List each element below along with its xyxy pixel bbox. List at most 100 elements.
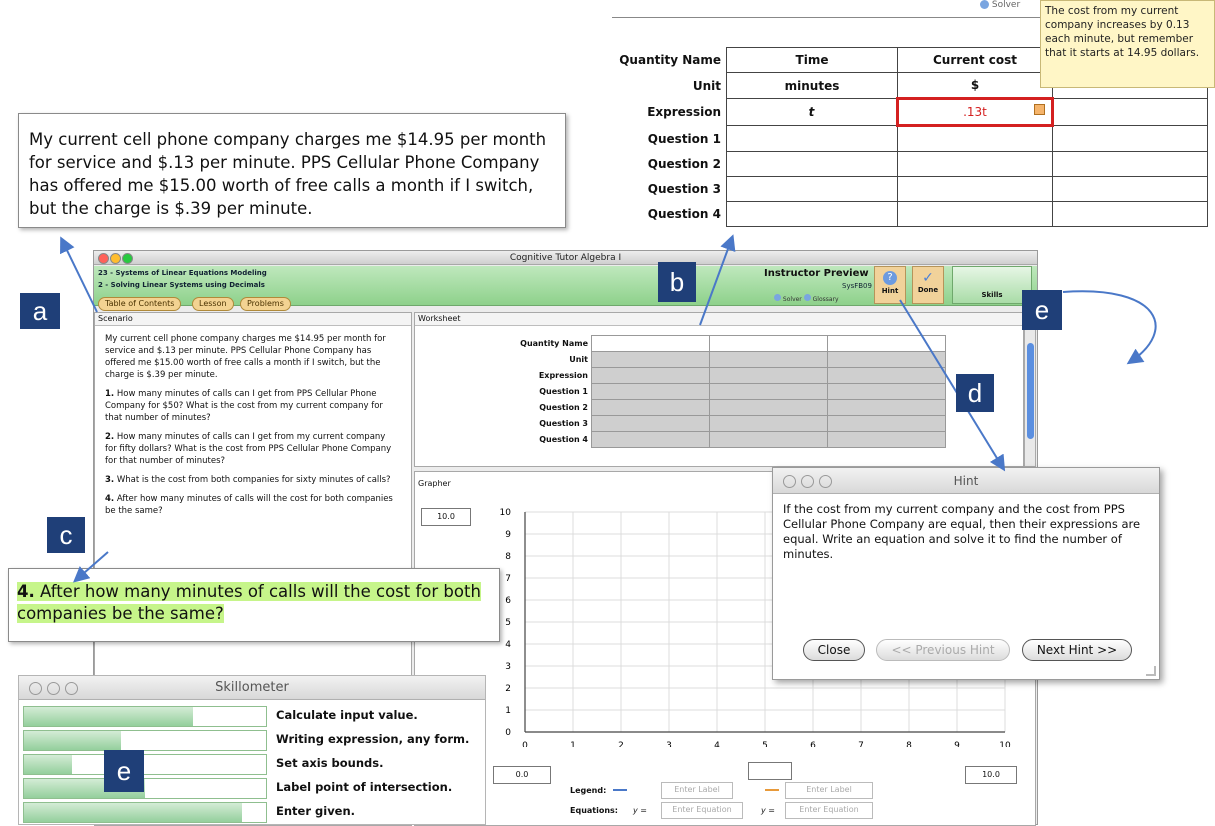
y-equals-label-2: y = [761,806,775,815]
y-tick-label: 8 [505,552,511,562]
y-equals-label-1: y = [633,806,647,815]
y-tick-label: 9 [505,530,511,540]
close-hint-button[interactable]: Close [803,639,865,661]
equations-label: Equations: [570,806,619,815]
tab-problems[interactable]: Problems [240,297,291,311]
resize-grip-icon[interactable] [1146,666,1156,676]
unit-title: 23 - Systems of Linear Equations Modelin… [98,269,267,277]
skill-label: Set axis bounds. [276,756,384,770]
skill-bar-fill [24,755,73,774]
table-row: Question 2 [495,399,946,416]
hint-flag-icon[interactable] [1034,104,1045,115]
y-max-input[interactable]: 10.0 [421,508,471,526]
x-tick-label: 0 [522,741,528,747]
x-min-input[interactable]: 0.0 [493,766,551,784]
table-row: Expression [495,367,946,384]
scenario-text: My current cell phone company charges me… [105,333,397,524]
window-zoom-icon[interactable] [65,682,78,695]
worksheet-scrollbar[interactable] [1024,312,1036,467]
y-tick-label: 1 [505,706,511,716]
next-hint-button[interactable]: Next Hint >> [1022,639,1132,661]
skill-bar [23,706,267,727]
error-tooltip: The cost from my current company increas… [1040,0,1215,88]
question-3: 3. What is the cost from both companies … [105,475,391,485]
table-row: Unit [495,351,946,368]
skill-label: Label point of intersection. [276,780,453,794]
skill-bar [23,730,267,751]
series-1-label-input[interactable]: Enter Label [661,782,733,799]
x-tick-label: 4 [714,741,720,747]
table-row: Question 3 [495,415,946,432]
y-tick-label: 0 [505,728,511,738]
y-tick-label: 2 [505,684,511,694]
x-tick-label: 5 [762,741,768,747]
x-mid-input[interactable] [748,762,792,780]
highlighted-question: 4. After how many minutes of calls will … [17,582,481,623]
minimize-window-icon[interactable] [110,253,121,264]
y-tick-label: 7 [505,574,511,584]
worksheet-header: Worksheet [415,313,1023,326]
zoom-window-icon[interactable] [122,253,133,264]
close-window-icon[interactable] [98,253,109,264]
worksheet-cell[interactable] [709,335,828,352]
glossary-icon [803,294,811,301]
x-tick-label: 7 [858,741,864,747]
x-tick-label: 2 [618,741,624,747]
series-2-marker-icon [765,789,779,791]
skill-label: Calculate input value. [276,708,418,722]
window-close-icon[interactable] [783,475,796,488]
section-title: 2 - Solving Linear Systems using Decimal… [98,281,265,289]
scrollbar-thumb[interactable] [1027,343,1034,439]
badge-a: a [20,293,60,329]
tab-table-of-contents[interactable]: Table of Contents [98,297,182,311]
x-max-input[interactable]: 10.0 [965,766,1017,784]
solver-link[interactable]: Solver Glossary [774,294,839,303]
x-tick-label: 1 [570,741,576,747]
badge-e-bottom: e [104,750,144,792]
x-tick-label: 6 [810,741,816,747]
series-2-equation-input[interactable]: Enter Equation [785,802,873,819]
hint-icon: ? [883,271,897,285]
skills-button[interactable]: Skills [952,266,1032,304]
x-tick-label: 8 [906,741,912,747]
table-row: Question 3 [612,176,1208,202]
scenario-header: Scenario [95,313,411,326]
badge-c: c [47,517,85,553]
skill-bar-fill [24,731,121,750]
worksheet-cell[interactable] [827,335,946,352]
window-title: Cognitive Tutor Algebra I [509,253,622,263]
window-minimize-icon[interactable] [47,682,60,695]
scenario-zoom-callout: My current cell phone company charges me… [18,113,566,228]
hint-text: If the cost from my current company and … [783,502,1141,561]
problem-id: SysFB09 [842,282,872,290]
table-row: Question 2 [612,151,1208,177]
zoom-solver-link[interactable]: Solver [980,0,1020,10]
series-1-equation-input[interactable]: Enter Equation [661,802,743,819]
skillometer-window: Skillometer Calculate input value. Writin… [18,675,486,825]
done-button[interactable]: ✓ Done [912,266,944,304]
question-1: 1. How many minutes of calls can I get f… [105,389,383,423]
tab-lesson[interactable]: Lesson [192,297,234,311]
scenario-zoom-text: My current cell phone company charges me… [29,130,547,218]
preview-label: Instructor Preview [764,268,869,279]
previous-hint-button[interactable]: << Previous Hint [876,639,1010,661]
badge-d: d [956,374,994,412]
skillometer-title: Skillometer [215,680,289,695]
hint-button[interactable]: ? Hint [874,266,906,304]
zoom-divider [612,12,1042,18]
checkmark-icon: ✓ [922,270,934,286]
table-row: Quantity Name [495,335,946,352]
worksheet-cell[interactable] [591,335,710,352]
skill-bar-fill [24,803,242,822]
question-4: 4. After how many minutes of calls will … [105,494,393,516]
series-2-label-input[interactable]: Enter Label [785,782,873,799]
error-expression-cell[interactable]: .13t [896,97,1054,127]
hint-window: Hint If the cost from my current company… [772,467,1160,680]
window-close-icon[interactable] [29,682,42,695]
window-zoom-icon[interactable] [819,475,832,488]
skill-label: Enter given. [276,804,356,818]
badge-b: b [658,262,696,302]
x-tick-label: 10 [999,741,1011,747]
table-row: Question 1 [495,383,946,400]
window-minimize-icon[interactable] [801,475,814,488]
